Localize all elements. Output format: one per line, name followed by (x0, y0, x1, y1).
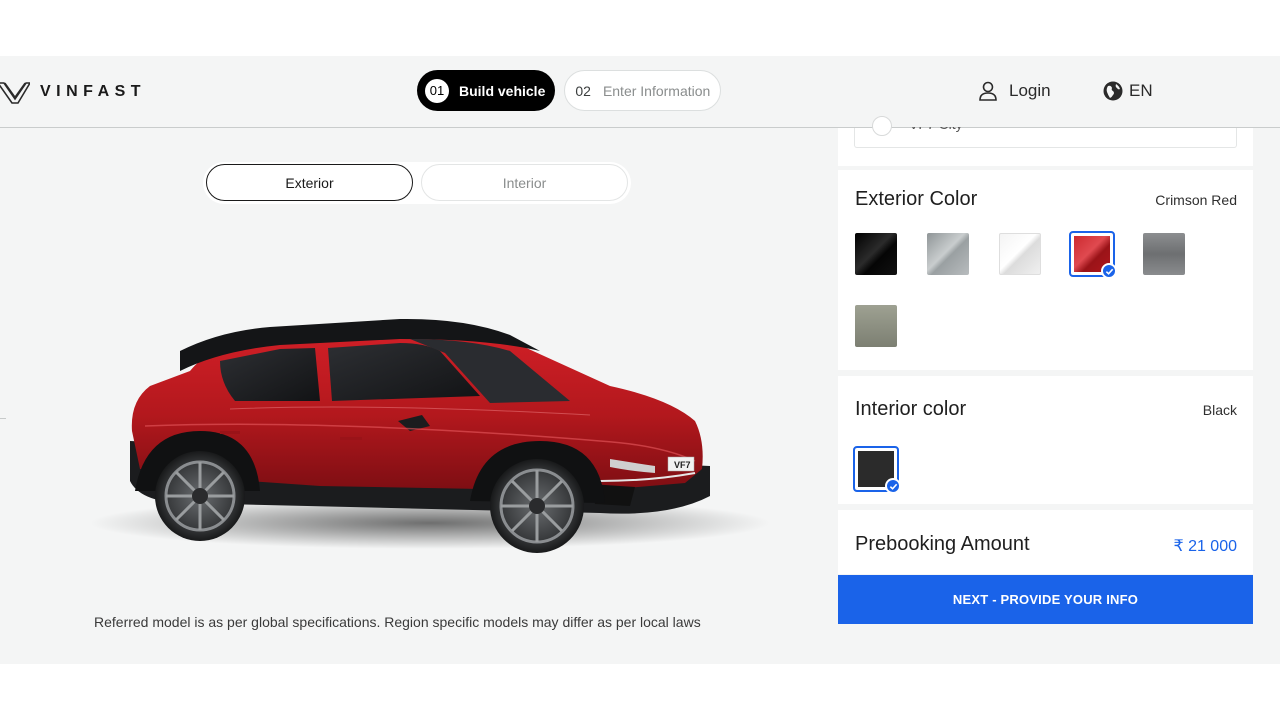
variant-radio[interactable] (872, 116, 892, 136)
exterior-swatch-black[interactable] (855, 233, 897, 275)
carousel-prev-hint[interactable] (0, 418, 6, 419)
user-icon (979, 81, 997, 101)
exterior-swatch-white[interactable] (999, 233, 1041, 275)
interior-swatch-black[interactable] (853, 446, 901, 494)
variant-option[interactable]: VF7 City (854, 116, 1237, 148)
prebooking-title: Prebooking Amount (855, 533, 1030, 555)
interior-color-title: Interior color (855, 398, 967, 420)
disclaimer-text: Referred model is as per global specific… (94, 614, 701, 630)
selected-check-icon (885, 478, 901, 494)
interior-color-selected: Black (1202, 402, 1237, 418)
tab-interior[interactable]: Interior (421, 164, 628, 201)
exterior-color-title: Exterior Color (855, 188, 978, 210)
interior-color-card: Interior color Black (838, 376, 1253, 504)
vinfast-logo[interactable]: VINFAST (0, 77, 146, 107)
exterior-swatch-olive-grey[interactable] (855, 305, 897, 347)
language-label: EN (1129, 81, 1153, 100)
checkout-steps: 01 Build vehicle 02 Enter Information (417, 70, 722, 111)
configurator-page: VINFAST 01 Build vehicle 02 Enter Inform… (0, 56, 1280, 664)
next-provide-info-button[interactable]: NEXT - PROVIDE YOUR INFO (838, 575, 1253, 624)
selected-check-icon (1101, 263, 1117, 279)
prebooking-card: Prebooking Amount ₹ 21 000 (838, 510, 1253, 574)
exterior-swatch-grey[interactable] (1143, 233, 1185, 275)
brand-name: VINFAST (40, 83, 147, 100)
top-header: VINFAST 01 Build vehicle 02 Enter Inform… (0, 56, 1280, 128)
step-build-vehicle[interactable]: 01 Build vehicle (417, 70, 556, 111)
vinfast-v-icon (0, 82, 30, 104)
exterior-color-selected: Crimson Red (1155, 192, 1237, 208)
view-toggle: Exterior Interior (203, 162, 631, 204)
step-enter-information[interactable]: 02 Enter Information (564, 70, 722, 111)
prebooking-amount: ₹ 21 000 (1173, 538, 1237, 555)
exterior-swatch-crimson-red[interactable] (1069, 231, 1117, 279)
tab-exterior[interactable]: Exterior (206, 164, 413, 201)
globe-icon (1103, 81, 1123, 101)
license-plate: VF7 (674, 460, 691, 470)
login-label: Login (1009, 81, 1051, 100)
language-selector[interactable]: EN (1102, 80, 1153, 102)
car-image: VF7 (70, 291, 770, 566)
exterior-swatch-silver[interactable] (927, 233, 969, 275)
exterior-color-card: Exterior Color Crimson Red (838, 170, 1253, 370)
variant-card: VF7 City (838, 116, 1253, 166)
login-button[interactable]: Login (977, 80, 1051, 102)
step-label: Build vehicle (459, 82, 546, 99)
step-label: Enter Information (602, 82, 711, 99)
step-number: 01 (425, 78, 449, 103)
car-illustration: VF7 (90, 318, 770, 553)
step-number: 02 (575, 82, 591, 99)
